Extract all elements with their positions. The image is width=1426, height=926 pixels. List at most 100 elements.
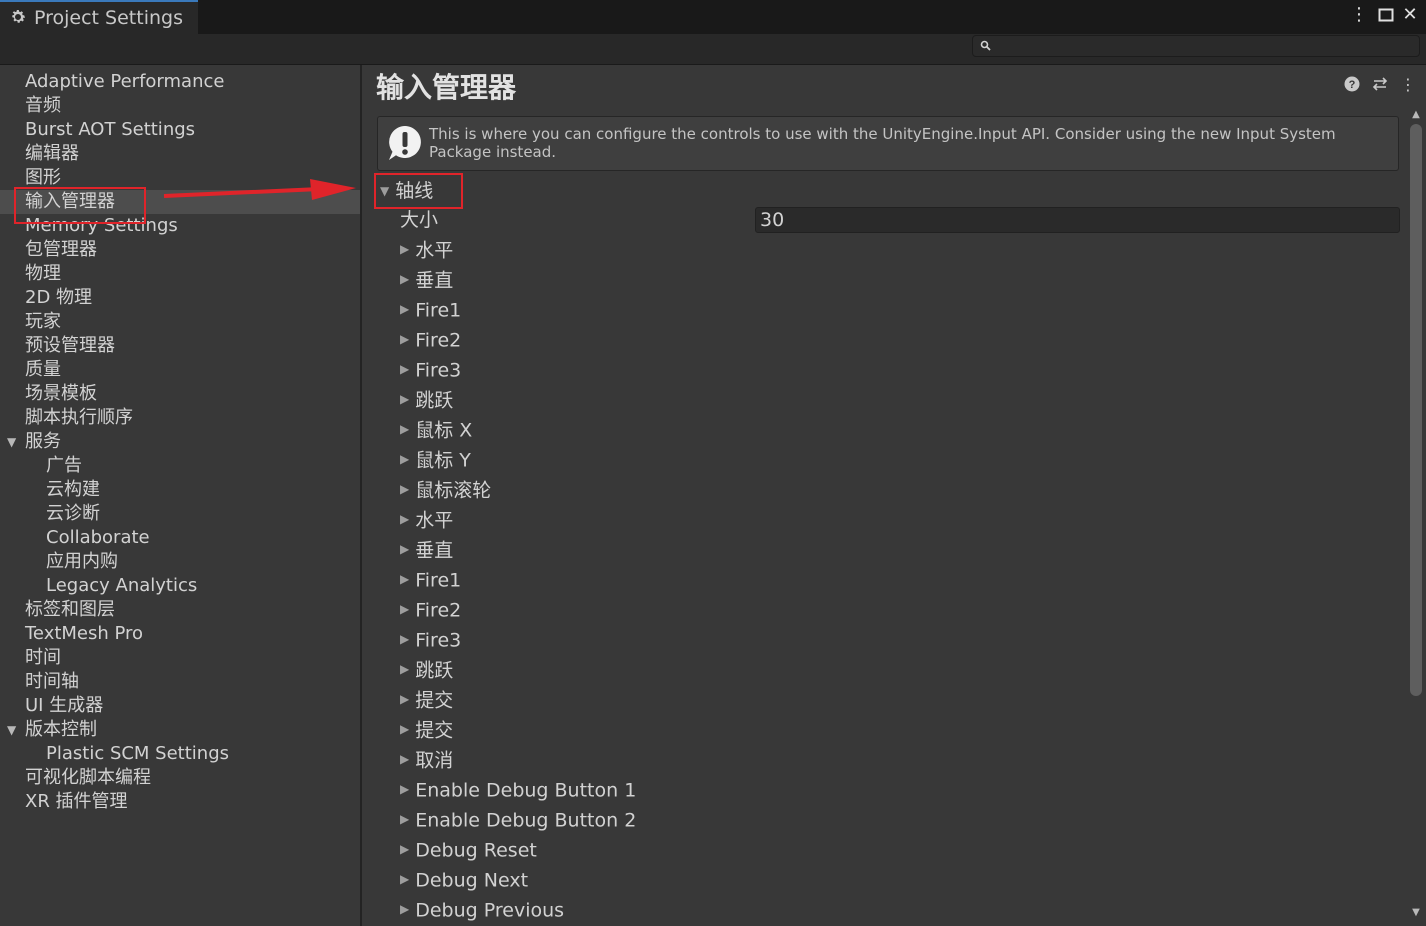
sidebar-item[interactable]: 可视化脚本编程 (0, 766, 360, 790)
foldout-open-icon[interactable]: ▼ (7, 718, 16, 742)
title-bar: Project Settings ⋮ ✕ (0, 0, 1426, 34)
axis-foldout[interactable]: ▶ 提交 (400, 717, 453, 743)
axis-foldout[interactable]: ▶ 取消 (400, 747, 453, 773)
foldout-closed-icon: ▶ (400, 361, 410, 376)
more-vertical-icon[interactable]: ⋮ (1349, 5, 1369, 25)
sidebar-item[interactable]: 2D 物理 (0, 286, 360, 310)
sidebar-item[interactable]: Plastic SCM Settings (0, 742, 360, 766)
axis-foldout[interactable]: ▶ Fire3 (400, 627, 461, 653)
foldout-closed-icon: ▶ (400, 301, 410, 316)
sidebar-item-label: 广告 (46, 455, 82, 476)
axis-label: Fire2 (415, 329, 462, 352)
sidebar-item[interactable]: 编辑器 (0, 142, 360, 166)
sidebar-item-label: 编辑器 (25, 143, 79, 164)
axis-label: Fire3 (415, 359, 462, 382)
sidebar-item[interactable]: ▼ 版本控制 (0, 718, 360, 742)
axis-foldout[interactable]: ▶ Debug Previous (400, 897, 564, 923)
axis-foldout[interactable]: ▶ 鼠标 X (400, 417, 472, 443)
sidebar-item-label: 音频 (25, 95, 61, 116)
axis-label: 提交 (415, 689, 454, 712)
axis-foldout[interactable]: ▶ Debug Next (400, 867, 528, 893)
arrow-annotation (163, 179, 356, 200)
scroll-up-icon[interactable]: ▲ (1410, 110, 1422, 120)
axis-label: 取消 (415, 749, 454, 772)
sidebar-item[interactable]: 应用内购 (0, 550, 360, 574)
axis-foldout[interactable]: ▶ 垂直 (400, 537, 453, 563)
sidebar-item-label: Plastic SCM Settings (46, 743, 230, 764)
axis-label: 水平 (415, 509, 454, 532)
foldout-closed-icon: ▶ (400, 631, 410, 646)
more-vertical-icon[interactable]: ⋮ (1399, 76, 1417, 94)
axis-foldout[interactable]: ▶ Fire2 (400, 327, 461, 353)
axis-foldout[interactable]: ▶ Fire1 (400, 567, 461, 593)
sidebar-item[interactable]: 包管理器 (0, 238, 360, 262)
sidebar-item[interactable]: 场景模板 (0, 382, 360, 406)
foldout-closed-icon: ▶ (400, 241, 410, 256)
scroll-thumb[interactable] (1410, 124, 1422, 696)
axis-foldout[interactable]: ▶ Fire2 (400, 597, 461, 623)
axis-foldout[interactable]: ▶ 提交 (400, 687, 453, 713)
sidebar-item-label: 云构建 (46, 479, 100, 500)
axis-foldout[interactable]: ▶ 鼠标 Y (400, 447, 471, 473)
axis-foldout[interactable]: ▶ 跳跃 (400, 657, 453, 683)
sidebar-item[interactable]: 脚本执行顺序 (0, 406, 360, 430)
scroll-down-icon[interactable]: ▼ (1410, 908, 1422, 918)
axis-foldout[interactable]: ▶ Enable Debug Button 2 (400, 807, 636, 833)
sidebar-item[interactable]: 时间轴 (0, 670, 360, 694)
sidebar-item-label: 2D 物理 (25, 287, 93, 308)
foldout-closed-icon: ▶ (400, 751, 410, 766)
axis-label: Debug Next (415, 869, 529, 892)
sidebar-item[interactable]: 时间 (0, 646, 360, 670)
sidebar-item[interactable]: ▼ 服务 (0, 430, 360, 454)
preset-icon[interactable] (1371, 76, 1389, 94)
axis-foldout[interactable]: ▶ 水平 (400, 507, 453, 533)
axis-foldout[interactable]: ▶ 跳跃 (400, 387, 453, 413)
sidebar-item[interactable]: TextMesh Pro (0, 622, 360, 646)
axis-foldout[interactable]: ▶ Fire3 (400, 357, 461, 383)
splitter[interactable] (360, 65, 362, 926)
axis-foldout[interactable]: ▶ 鼠标滚轮 (400, 477, 491, 503)
sidebar-item[interactable]: 玩家 (0, 310, 360, 334)
axis-foldout[interactable]: ▶ Enable Debug Button 1 (400, 777, 636, 803)
axis-label: 垂直 (415, 539, 454, 562)
sidebar-item[interactable]: 音频 (0, 94, 360, 118)
foldout-closed-icon: ▶ (400, 571, 410, 586)
sidebar-item-label: 时间轴 (25, 671, 79, 692)
sidebar-item[interactable]: UI 生成器 (0, 694, 360, 718)
foldout-open-icon[interactable]: ▼ (7, 430, 16, 454)
axis-foldout[interactable]: ▶ 垂直 (400, 267, 453, 293)
axis-foldout[interactable]: ▶ Fire1 (400, 297, 461, 323)
sidebar-item[interactable]: 云诊断 (0, 502, 360, 526)
help-icon[interactable]: ? (1343, 76, 1361, 94)
vertical-scrollbar[interactable]: ▲ ▼ (1406, 108, 1426, 926)
close-icon[interactable]: ✕ (1400, 5, 1420, 25)
sidebar-item[interactable]: 云构建 (0, 478, 360, 502)
sidebar-item-label: 时间 (25, 647, 61, 668)
foldout-closed-icon: ▶ (400, 451, 410, 466)
foldout-closed-icon: ▶ (400, 541, 410, 556)
sidebar-item-label: Burst AOT Settings (25, 119, 196, 140)
sidebar-item[interactable]: 物理 (0, 262, 360, 286)
sidebar-item[interactable]: 标签和图层 (0, 598, 360, 622)
sidebar-item-label: UI 生成器 (25, 695, 104, 716)
foldout-closed-icon: ▶ (400, 601, 410, 616)
foldout-closed-icon: ▶ (400, 421, 410, 436)
sidebar-item[interactable]: 质量 (0, 358, 360, 382)
sidebar-item[interactable]: Legacy Analytics (0, 574, 360, 598)
sidebar-item[interactable]: Burst AOT Settings (0, 118, 360, 142)
sidebar-item[interactable]: Adaptive Performance (0, 70, 360, 94)
sidebar-item-label: 云诊断 (46, 503, 100, 524)
sidebar-item-label: 脚本执行顺序 (25, 407, 133, 428)
sidebar-item[interactable]: 广告 (0, 454, 360, 478)
axis-foldout[interactable]: ▶ 水平 (400, 237, 453, 263)
window-tab[interactable]: Project Settings (0, 0, 198, 34)
axis-label: Enable Debug Button 2 (415, 809, 637, 832)
size-input[interactable]: 30 (755, 207, 1400, 233)
search-input[interactable] (972, 35, 1420, 57)
sidebar-item[interactable]: XR 插件管理 (0, 790, 360, 814)
sidebar-item[interactable]: 预设管理器 (0, 334, 360, 358)
maximize-icon[interactable] (1376, 5, 1396, 25)
sidebar-item[interactable]: Collaborate (0, 526, 360, 550)
window-title: Project Settings (34, 7, 183, 29)
axis-foldout[interactable]: ▶ Debug Reset (400, 837, 537, 863)
